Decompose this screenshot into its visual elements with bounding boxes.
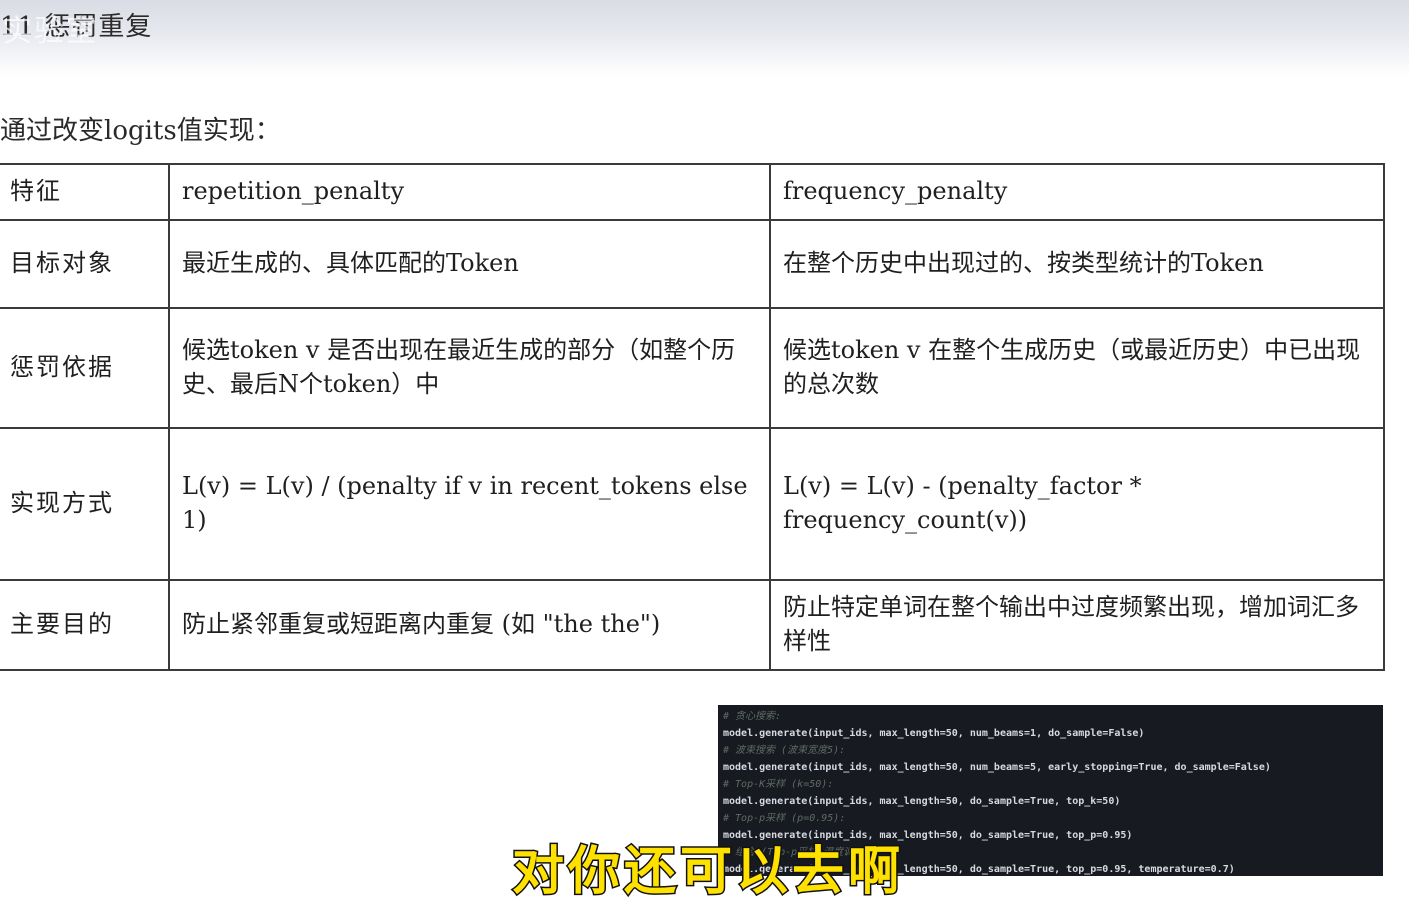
table-row: 惩罚依据 候选token v 是否出现在最近生成的部分（如整个历史、最后N个to… [0, 307, 1385, 429]
watermark: 实验室 [2, 14, 98, 49]
frequency-cell: 防止特定单词在整个输出中过度频繁出现，增加词汇多样性 [769, 579, 1385, 671]
code-line: model.generate(input_ids, max_length=50,… [723, 796, 1121, 807]
row-label: 目标对象 [0, 219, 170, 309]
table-row: 实现方式 L(v) = L(v) / (penalty if v in rece… [0, 427, 1385, 581]
code-comment: # 波束搜索 (波束宽度5): [723, 745, 846, 756]
header-cell-frequency: frequency_penalty [769, 163, 1385, 221]
header-cell-feature: 特征 [0, 163, 170, 221]
code-comment: # Top-p采样 (p=0.95): [723, 813, 846, 824]
table-header-row: 特征 repetition_penalty frequency_penalty [0, 163, 1385, 221]
repetition-cell: 最近生成的、具体匹配的Token [168, 219, 771, 309]
code-line: model.generate(input_ids, max_length=50,… [723, 762, 1271, 773]
repetition-cell: 候选token v 是否出现在最近生成的部分（如整个历史、最后N个token）中 [168, 307, 771, 429]
row-label: 惩罚依据 [0, 307, 170, 429]
table-row: 主要目的 防止紧邻重复或短距离内重复 (如 "the the") 防止特定单词在… [0, 579, 1385, 671]
table-row: 目标对象 最近生成的、具体匹配的Token 在整个历史中出现过的、按类型统计的T… [0, 219, 1385, 309]
code-comment: # 贪心搜索: [723, 711, 782, 722]
frequency-cell: 在整个历史中出现过的、按类型统计的Token [769, 219, 1385, 309]
header-banner [0, 0, 1409, 78]
row-label: 主要目的 [0, 579, 170, 671]
video-subtitle: 对你还可以去啊 [510, 842, 905, 902]
repetition-cell: L(v) = L(v) / (penalty if v in recent_to… [168, 427, 771, 581]
repetition-cell: 防止紧邻重复或短距离内重复 (如 "the the") [168, 579, 771, 671]
header-cell-repetition: repetition_penalty [168, 163, 771, 221]
comparison-table: 特征 repetition_penalty frequency_penalty … [0, 163, 1385, 671]
frequency-cell: 候选token v 在整个生成历史（或最近历史）中已出现的总次数 [769, 307, 1385, 429]
code-line: model.generate(input_ids, max_length=50,… [723, 728, 1145, 739]
code-comment: # Top-K采样 (k=50): [723, 779, 834, 790]
frequency-cell: L(v) = L(v) - (penalty_factor * frequenc… [769, 427, 1385, 581]
intro-text: 通过改变logits值实现： [0, 116, 281, 146]
row-label: 实现方式 [0, 427, 170, 581]
